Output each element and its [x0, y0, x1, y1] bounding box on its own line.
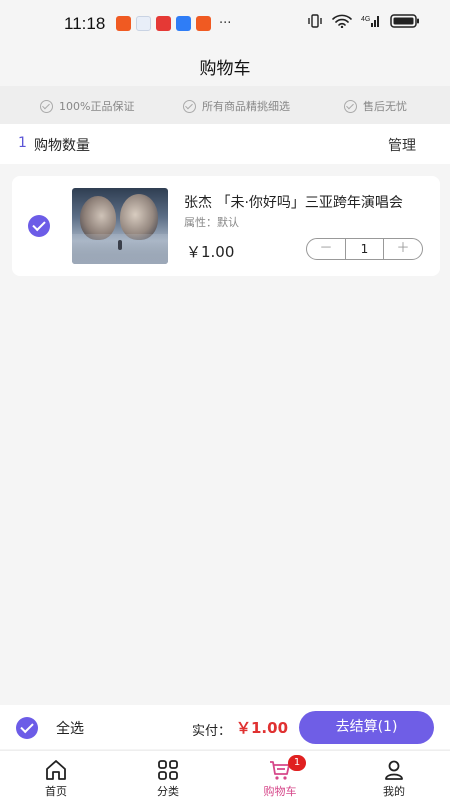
paid-amount: ￥1.00	[236, 719, 289, 737]
signal-icon: 4G	[361, 16, 379, 27]
tab-mine[interactable]: 我的	[338, 751, 450, 800]
cart-summary-bar: 1 购物数量 管理	[0, 124, 450, 164]
cart-count: 1	[18, 135, 27, 151]
check-circle-icon	[344, 99, 357, 113]
nav-bar: 购物车	[0, 46, 450, 86]
app-notification-icon	[156, 16, 171, 31]
app-notification-icon	[136, 16, 151, 31]
tab-label: 我的	[383, 785, 405, 798]
guarantee-item: 售后无忧	[344, 98, 407, 114]
check-circle-icon	[183, 99, 196, 113]
tab-label: 购物车	[263, 785, 297, 798]
status-time: 11:18	[64, 14, 106, 33]
system-indicators: 4G	[307, 14, 420, 28]
app-notification-icon	[176, 16, 191, 31]
check-circle-icon	[40, 99, 53, 113]
guarantee-item: 所有商品精挑细选	[183, 98, 290, 114]
guarantee-label: 售后无忧	[363, 100, 407, 113]
product-image-figure	[118, 240, 122, 250]
notification-icons: ···	[116, 16, 231, 31]
wifi-icon	[332, 14, 352, 28]
select-all-label[interactable]: 全选	[56, 718, 84, 738]
select-all-checkbox[interactable]	[16, 717, 38, 739]
tab-home[interactable]: 首页	[0, 751, 112, 800]
user-icon	[385, 760, 403, 780]
increment-button[interactable]: ＋	[384, 239, 422, 259]
tab-label: 首页	[45, 785, 67, 798]
item-checkbox[interactable]	[28, 215, 50, 237]
checkout-button[interactable]: 去结算(1)	[299, 711, 434, 744]
tab-bar: 首页 分类 1 购物车 我的	[0, 750, 450, 800]
product-title[interactable]: 张杰 「未·你好吗」三亚跨年演唱会	[184, 192, 420, 212]
guarantee-bar: 100%正品保证 所有商品精挑细选 售后无忧	[0, 86, 450, 124]
guarantee-label: 100%正品保证	[59, 100, 135, 113]
guarantee-label: 所有商品精挑细选	[202, 100, 290, 113]
status-bar: 11:18 ··· 4G	[0, 0, 450, 46]
quantity-stepper: － 1 ＋	[306, 238, 423, 260]
quantity-input[interactable]: 1	[345, 239, 384, 259]
tab-cart[interactable]: 1 购物车	[224, 751, 336, 800]
guarantee-item: 100%正品保证	[40, 98, 134, 114]
cart-item: 张杰 「未·你好吗」三亚跨年演唱会 属性：默认 ￥1.00 － 1 ＋	[12, 176, 440, 276]
app-notification-icon	[116, 16, 131, 31]
cart-badge: 1	[288, 755, 306, 771]
grid-icon	[158, 760, 178, 780]
decrement-button[interactable]: －	[307, 239, 345, 259]
checkout-bar: 全选 实付： ￥1.00 去结算(1)	[0, 705, 450, 749]
product-image[interactable]	[72, 188, 168, 264]
page-title: 购物车	[199, 59, 251, 79]
app-notification-icon	[196, 16, 211, 31]
vibrate-icon	[308, 14, 322, 28]
more-notifications-icon: ···	[219, 16, 232, 31]
cart-count-label: 购物数量	[34, 138, 90, 154]
battery-icon	[390, 14, 419, 28]
svg-text:4G: 4G	[361, 16, 370, 23]
paid-label: 实付：	[192, 724, 232, 739]
home-icon	[46, 760, 66, 780]
manage-button[interactable]: 管理	[388, 135, 416, 155]
tab-category[interactable]: 分类	[112, 751, 224, 800]
product-attribute: 属性：默认	[184, 216, 239, 229]
product-price: ￥1.00	[186, 243, 235, 261]
tab-label: 分类	[157, 785, 179, 798]
